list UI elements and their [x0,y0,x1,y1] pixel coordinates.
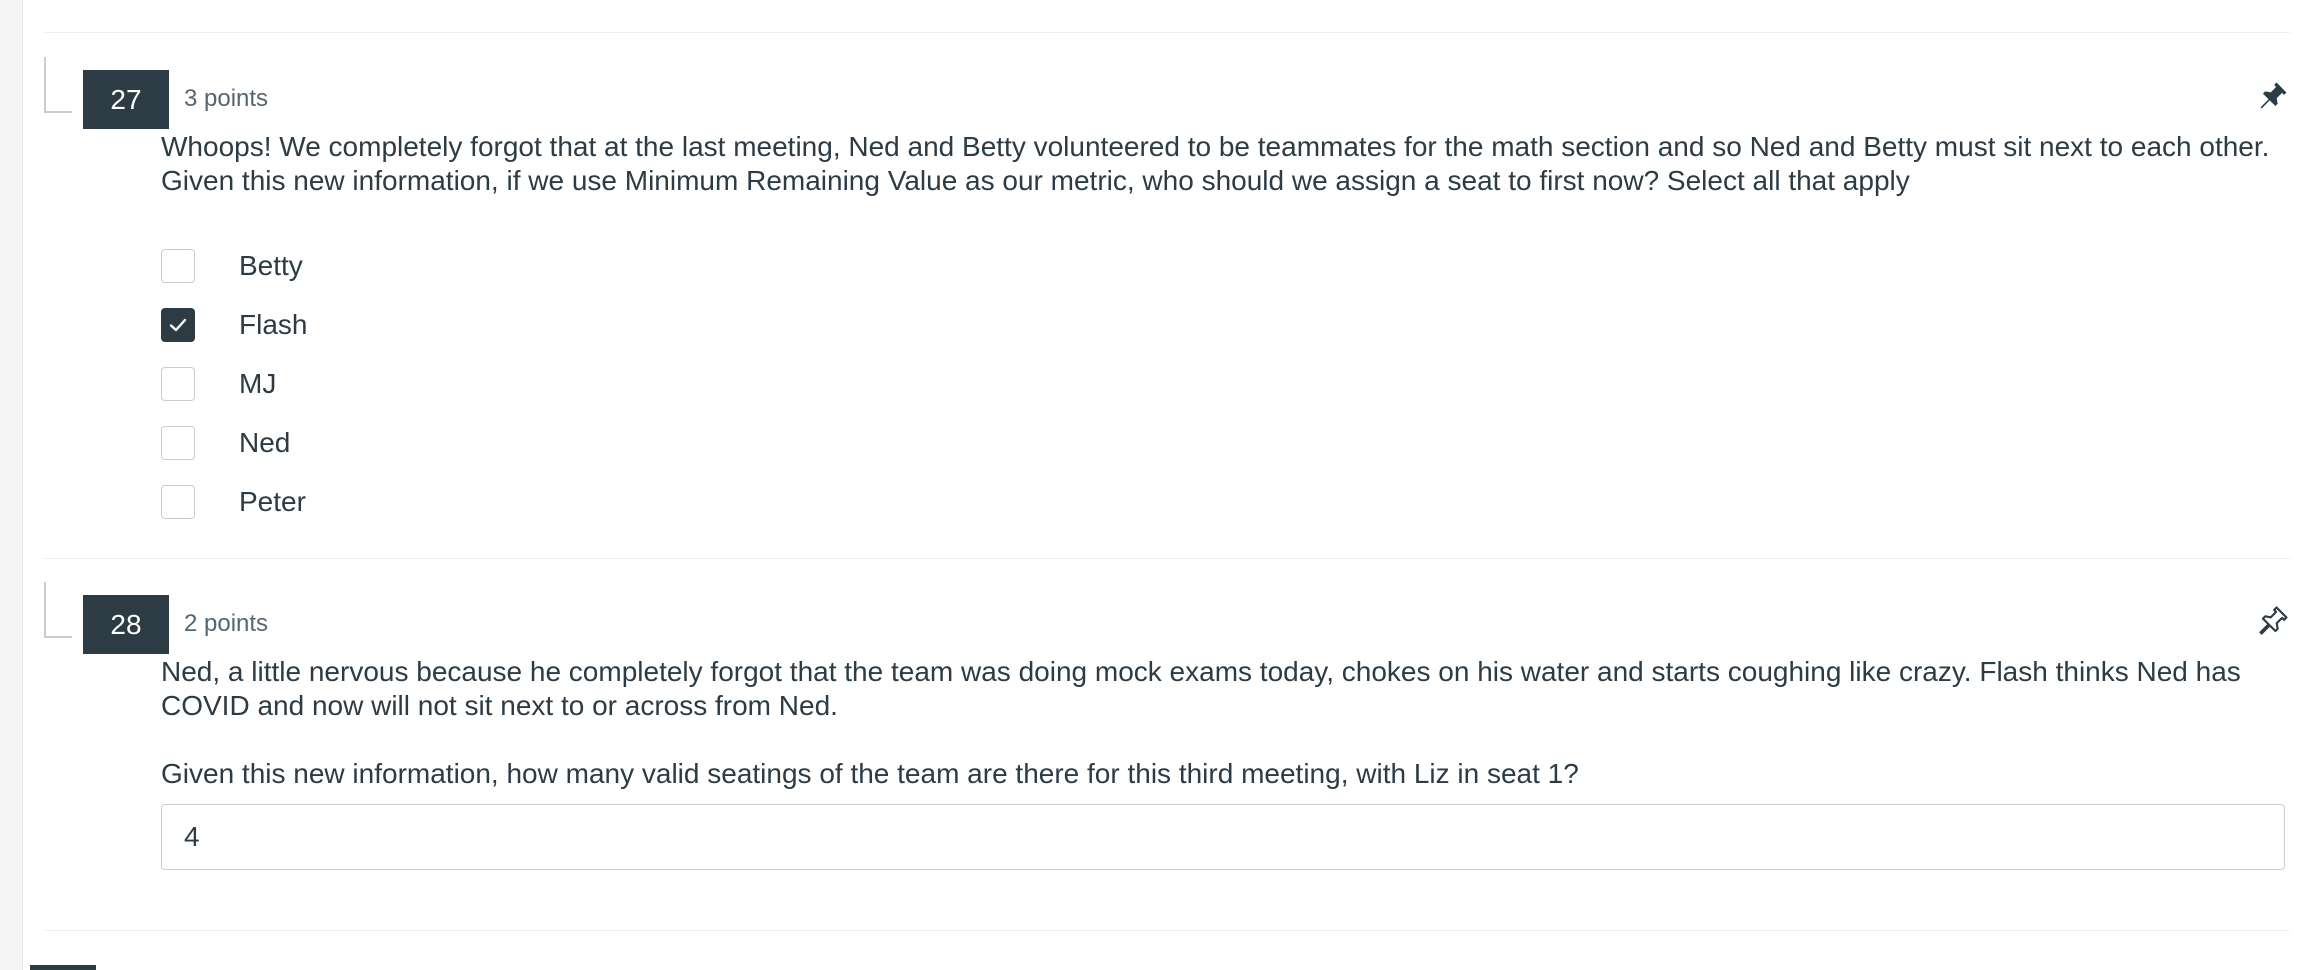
answer-list: Betty Flash MJ Ned Peter [161,236,307,531]
checkbox[interactable] [161,248,195,283]
pin-icon[interactable] [2256,79,2290,113]
question-text: Whoops! We completely forgot that at the… [161,130,2281,198]
check-icon [169,318,187,331]
checkbox-checked[interactable] [161,307,195,342]
answer-option-ned[interactable]: Ned [161,413,290,472]
question-points: 3 points [184,85,269,112]
answer-label: Peter [239,485,306,517]
question-number: 27 [83,70,169,129]
question-bracket [44,57,72,113]
checkbox[interactable] [161,425,195,460]
answer-label: Flash [239,308,308,340]
answer-option-flash[interactable]: Flash [161,295,307,354]
section-divider [44,930,2290,931]
question-divider [44,558,2290,559]
answer-label: MJ [239,367,277,399]
checkbox[interactable] [161,484,195,519]
left-gutter [0,0,23,970]
question-text-line: Ned, a little nervous because he complet… [161,656,2241,721]
section-divider [44,32,2290,33]
pin-outline-icon[interactable] [2256,604,2290,638]
checkbox[interactable] [161,366,195,401]
answer-option-mj[interactable]: MJ [161,354,276,413]
next-question-tab [30,965,96,970]
answer-label: Ned [239,426,291,458]
question-bracket [44,582,72,638]
question-text: Ned, a little nervous because he complet… [161,655,2281,791]
question-points: 2 points [184,610,269,637]
question-text-line: Whoops! We completely forgot that at the… [161,131,2270,162]
question-text-line: Given this new information, if we use Mi… [161,165,1910,196]
answer-option-betty[interactable]: Betty [161,236,303,295]
answer-label: Betty [239,249,303,281]
answer-option-peter[interactable]: Peter [161,472,306,531]
question-text-line: Given this new information, how many val… [161,758,1579,789]
answer-input[interactable] [161,804,2285,870]
question-number: 28 [83,595,169,654]
